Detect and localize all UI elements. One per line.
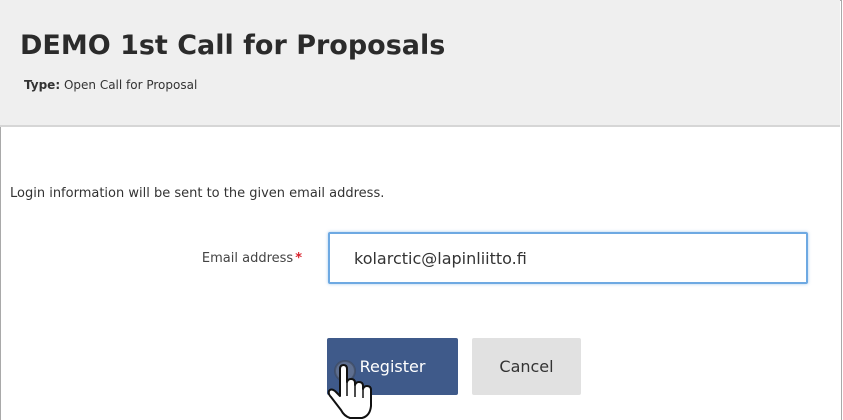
page-header: DEMO 1st Call for Proposals Type: Open C… [0, 0, 840, 127]
call-type-value: Open Call for Proposal [63, 78, 198, 92]
call-type: Type: Open Call for Proposal [24, 78, 197, 92]
page-title: DEMO 1st Call for Proposals [20, 30, 446, 61]
email-label-text: Email address [201, 251, 294, 266]
required-marker: * [295, 251, 302, 266]
register-button[interactable]: Register [327, 338, 458, 395]
email-input[interactable] [328, 232, 808, 284]
cancel-button[interactable]: Cancel [472, 338, 581, 395]
call-type-label: Type: [24, 78, 61, 92]
email-label: Email address * [100, 251, 302, 266]
login-info-text: Login information will be sent to the gi… [10, 186, 385, 201]
